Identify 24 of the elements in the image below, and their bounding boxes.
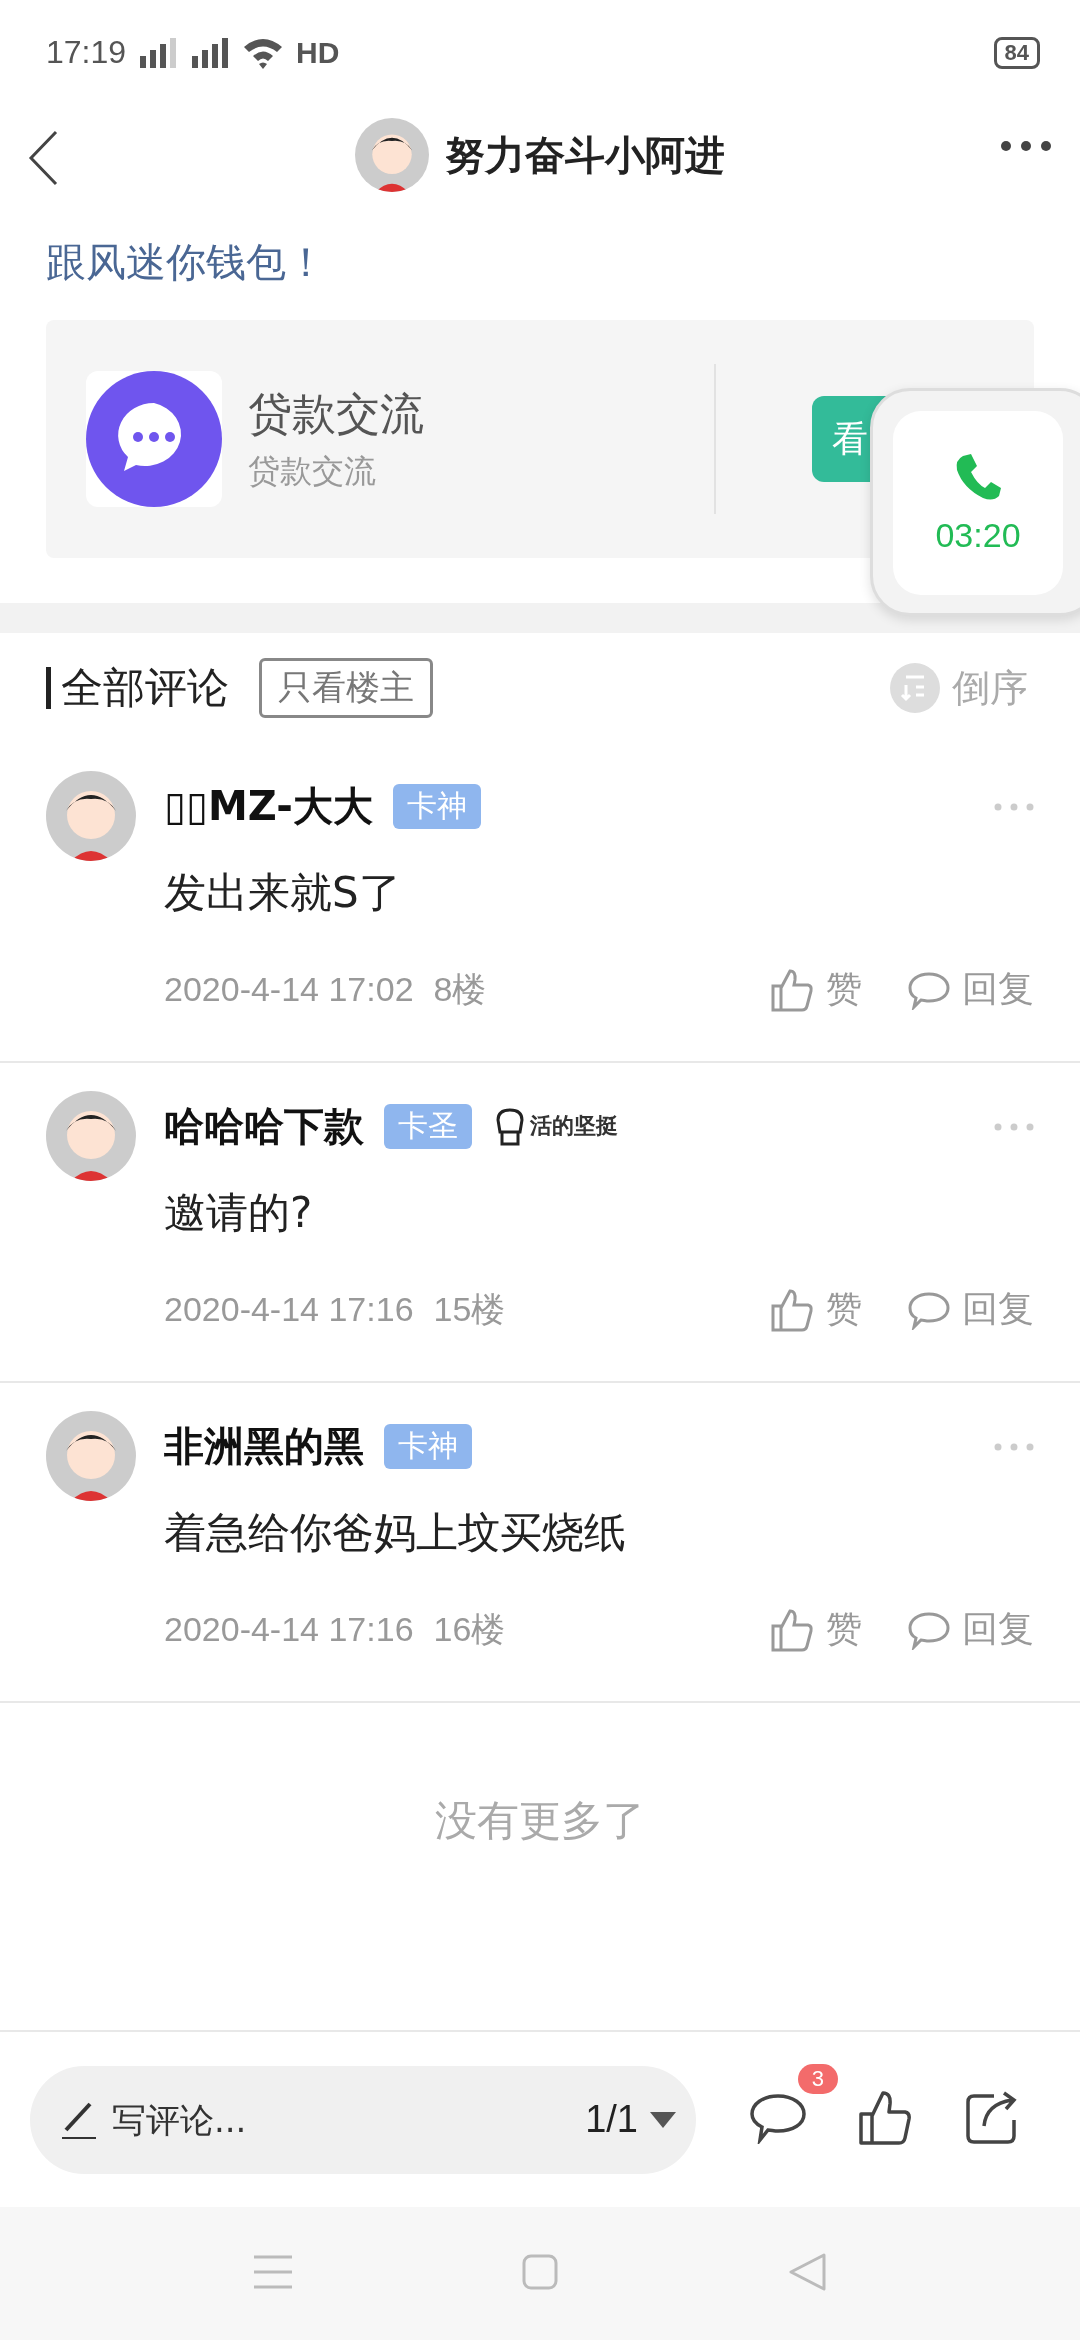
- comment-time: 2020-4-14 17:16: [164, 1290, 414, 1329]
- card-subtitle: 贷款交流: [248, 450, 377, 492]
- floor-number: 16楼: [433, 1608, 506, 1650]
- post-text: 跟风迷你钱包！: [45, 238, 327, 287]
- comment-text: 发出来就S了: [164, 867, 402, 919]
- comment-time: 2020-4-14 17:16: [164, 1610, 414, 1649]
- floor-number: 8楼: [433, 968, 487, 1010]
- comments-title: 全部评论: [46, 667, 229, 709]
- hd-indicator: HD: [296, 35, 340, 70]
- rank-badge: 卡圣: [384, 1103, 472, 1149]
- medal-badge: 活的坚挺: [492, 1106, 618, 1146]
- floor-number: 15楼: [433, 1288, 506, 1330]
- status-time: 17:19: [46, 34, 127, 71]
- comment-text: 着急给你爸妈上坟买烧纸: [164, 1507, 627, 1559]
- comment-text: 邀请的?: [164, 1187, 314, 1239]
- author-name: 努力奋斗小阿进: [445, 130, 725, 180]
- rank-badge: 卡神: [384, 1423, 472, 1469]
- comment-time: 2020-4-14 17:02: [164, 970, 414, 1009]
- end-of-list-text: 没有更多了: [434, 1795, 646, 1847]
- call-timer: 03:20: [935, 515, 1021, 555]
- card-title: 贷款交流: [248, 386, 425, 441]
- rank-badge: 卡神: [392, 783, 481, 829]
- comment-count-badge: 3: [797, 2064, 838, 2094]
- battery-indicator: 84: [993, 36, 1040, 69]
